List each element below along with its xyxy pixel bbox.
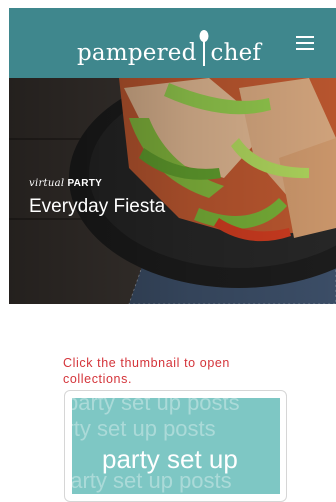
logo-text-left: pampered <box>77 40 197 66</box>
virtual-party-kicker: virtual PARTY <box>29 178 103 189</box>
collection-thumbnail-card[interactable]: party set up posts party set up posts pa… <box>64 390 287 502</box>
background-pattern-text: party set up posts <box>72 398 240 415</box>
pampered-chef-logo[interactable]: pampered chef <box>77 24 262 66</box>
site-header: pampered chef <box>9 8 336 78</box>
party-set-up-posts-thumbnail[interactable]: party set up posts party set up posts pa… <box>72 398 280 494</box>
hamburger-menu-icon[interactable] <box>296 36 314 50</box>
hero-title: Everyday Fiesta <box>29 196 166 217</box>
instruction-text: Click the thumbnail to open collections. <box>63 355 230 386</box>
logo-text-right: chef <box>210 40 262 66</box>
hero-overlay <box>9 78 336 304</box>
spoon-icon <box>199 30 209 66</box>
thumbnail-title: party set up <box>102 444 238 474</box>
hero-banner: virtual PARTY Everyday Fiesta <box>9 78 336 304</box>
background-pattern-text: party set up posts <box>72 416 216 441</box>
top-margin <box>0 0 336 8</box>
